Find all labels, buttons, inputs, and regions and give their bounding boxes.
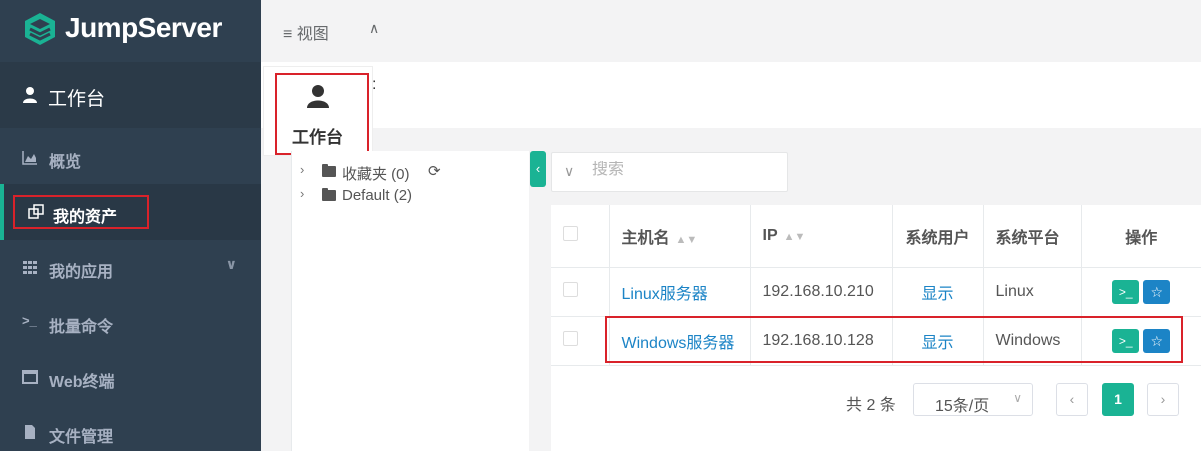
select-all-checkbox[interactable] <box>563 225 578 241</box>
chevron-right-icon: › <box>1160 391 1166 407</box>
folder-icon <box>322 188 336 201</box>
column-header-ip[interactable]: IP ▲▼ <box>750 205 893 268</box>
folder-icon <box>322 164 336 177</box>
row-checkbox[interactable] <box>563 281 578 297</box>
jumpserver-logo-icon <box>25 13 55 45</box>
host-cell: Linux服务器 <box>609 267 751 317</box>
menu-icon: ≡ <box>283 26 293 43</box>
platform-cell: Linux <box>983 267 1082 317</box>
sidebar-item-label: 概览 <box>49 154 82 171</box>
area-chart-icon <box>22 151 37 165</box>
refresh-icon[interactable]: ⟳ <box>428 162 441 180</box>
pagination: 共 2 条 15条/页 ∨ ‹ 1 › <box>551 370 1201 430</box>
highlight-box <box>275 73 369 155</box>
sidebar-item-label: Web终端 <box>49 374 115 391</box>
sort-icon[interactable]: ▲▼ <box>784 231 806 243</box>
show-system-user-link[interactable]: 显示 <box>921 286 953 303</box>
column-header-label: 主机名 <box>621 229 670 247</box>
logo-text: JumpServer <box>65 12 222 43</box>
highlight-box <box>605 316 1183 363</box>
logo[interactable]: JumpServer <box>0 0 261 60</box>
pagination-total: 共 2 条 <box>846 397 896 414</box>
column-header-platform: 系统平台 <box>983 205 1082 268</box>
chevron-down-icon: ∨ <box>1013 391 1022 405</box>
tree-toggle-button[interactable]: ‹ <box>530 151 546 187</box>
sidebar-item-overview[interactable]: 概览 <box>0 134 261 182</box>
connect-terminal-button[interactable]: >_ <box>1112 279 1140 304</box>
tree-node-label: 收藏夹 (0) <box>342 166 410 183</box>
chevron-down-icon: ∨ <box>225 256 237 272</box>
chevron-left-icon: ‹ <box>1069 391 1075 407</box>
sidebar-item-batch-command[interactable]: >_ 批量命令 <box>0 299 261 347</box>
prev-page-button[interactable]: ‹ <box>1056 383 1088 416</box>
page-header: : <box>261 62 1201 128</box>
tree-node-label: Default (2) <box>342 187 413 204</box>
chevron-right-icon[interactable]: › <box>300 162 304 177</box>
search-box[interactable]: ∨ <box>551 152 788 192</box>
page-size-select[interactable]: 15条/页 ∨ <box>913 383 1033 416</box>
sort-icon[interactable]: ▲▼ <box>676 234 698 246</box>
asset-tree: › 收藏夹 (0) ⟳ › Default (2) <box>291 151 529 451</box>
system-user-cell: 显示 <box>892 267 984 317</box>
sidebar-item-label: 文件管理 <box>49 429 114 446</box>
table-row: Linux服务器 192.168.10.210 显示 Linux >_ ☆ <box>551 267 1201 317</box>
grid-icon <box>23 261 37 274</box>
search-input[interactable] <box>592 161 772 179</box>
ip-cell: 192.168.10.210 <box>750 267 893 317</box>
sidebar-item-web-terminal[interactable]: Web终端 <box>0 354 261 402</box>
favorite-star-button[interactable]: ☆ <box>1143 279 1171 304</box>
sidebar-item-file-manager[interactable]: 文件管理 <box>0 409 261 451</box>
chevron-up-icon: ∧ <box>369 20 380 36</box>
actions-cell: >_ ☆ <box>1081 267 1201 317</box>
chevron-left-icon: ‹ <box>535 161 541 176</box>
sidebar-item-label: 批量命令 <box>49 319 114 336</box>
user-icon <box>23 87 37 103</box>
sidebar-item-my-apps[interactable]: 我的应用 ∨ <box>0 244 261 292</box>
workspace-label: 工作台 <box>48 89 106 110</box>
chevron-right-icon[interactable]: › <box>300 186 304 201</box>
view-menu-button[interactable]: ≡ 视图 ∧ <box>283 20 379 44</box>
sidebar-item-label: 我的应用 <box>49 264 114 281</box>
column-header-actions: 操作 <box>1081 205 1201 268</box>
row-checkbox[interactable] <box>563 330 578 346</box>
topbar: ≡ 视图 ∧ <box>261 0 1201 62</box>
sidebar: JumpServer 工作台 概览 我的资产 我的应用 ∨ >_ 批量命令 We… <box>0 0 261 451</box>
workspace-header[interactable]: 工作台 <box>0 62 261 128</box>
column-header-label: IP <box>762 226 778 244</box>
row-select-cell <box>551 267 610 317</box>
page-number-button[interactable]: 1 <box>1102 383 1134 416</box>
window-icon <box>22 370 38 384</box>
table-header-row: 主机名 ▲▼ IP ▲▼ 系统用户 系统平台 操作 <box>551 205 1201 268</box>
select-all-cell <box>551 205 610 268</box>
next-page-button[interactable]: › <box>1147 383 1179 416</box>
column-header-host[interactable]: 主机名 ▲▼ <box>609 205 751 268</box>
host-link[interactable]: Linux服务器 <box>622 286 708 303</box>
chevron-down-icon[interactable]: ∨ <box>564 163 574 180</box>
file-icon <box>25 425 35 439</box>
row-select-cell <box>551 316 610 366</box>
page-size-value: 15条/页 <box>935 398 990 415</box>
highlight-box <box>13 195 149 229</box>
terminal-icon: >_ <box>22 313 37 328</box>
view-label: 视图 <box>296 26 329 43</box>
column-header-system-user: 系统用户 <box>892 205 984 268</box>
